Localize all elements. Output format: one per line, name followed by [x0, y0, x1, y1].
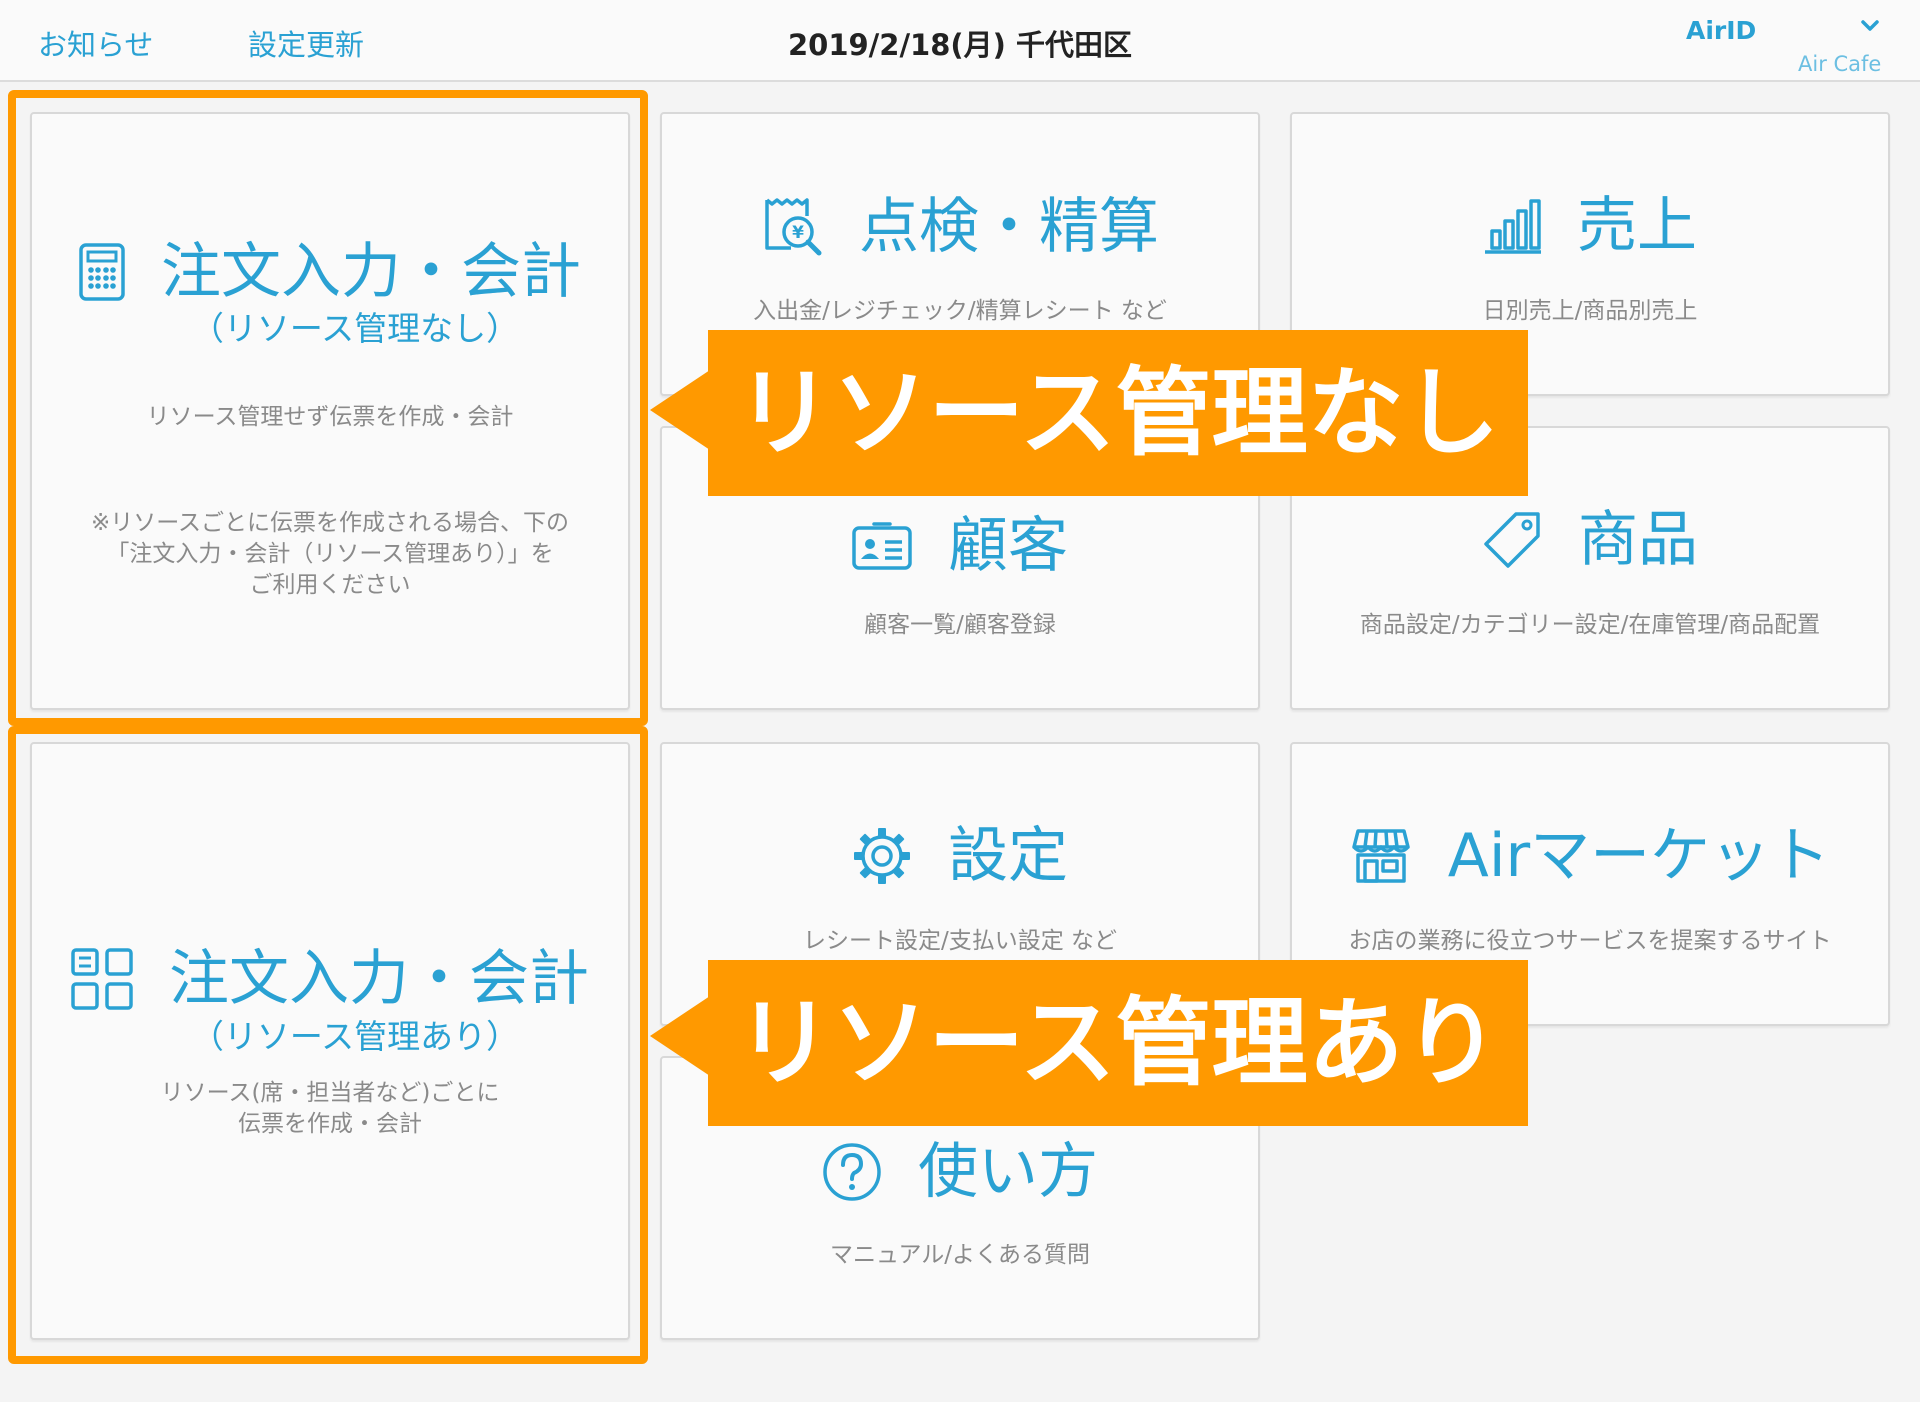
chevron-down-icon[interactable] [1858, 14, 1882, 38]
tile-description: マニュアル/よくある質問 [829, 1242, 1091, 1268]
id-card-icon [852, 522, 912, 570]
callout-no-resource: リソース管理なし [708, 330, 1528, 496]
tile-description: 商品設定/カテゴリー設定/在庫管理/商品配置 [1359, 612, 1821, 638]
highlight-with-resource [8, 726, 648, 1364]
highlight-no-resource [8, 90, 648, 726]
tile-title: 設定 [948, 821, 1068, 891]
store-name: Air Cafe [1798, 52, 1882, 76]
tile-title: 商品 [1578, 505, 1698, 575]
tile-title: 使い方 [918, 1137, 1098, 1207]
svg-text:¥: ¥ [792, 223, 804, 243]
tile-description: お店の業務に役立つサービスを提案するサイト [1348, 928, 1832, 954]
store-icon [1352, 829, 1410, 883]
tile-title: 売上 [1577, 191, 1697, 261]
top-bar: お知らせ 設定更新 2019/2/18(月) 千代田区 AirID Air Ca… [0, 0, 1920, 82]
callout-pointer [650, 370, 710, 450]
tile-title: 点検・精算 [859, 192, 1159, 262]
callout-with-resource: リソース管理あり [708, 960, 1528, 1126]
tile-description: 顧客一覧/顧客登録 [864, 612, 1056, 638]
receipt-search-icon: ¥ [765, 198, 822, 256]
tile-description: 日別売上/商品別売上 [1482, 298, 1698, 324]
tag-icon [1484, 512, 1540, 568]
help-icon [823, 1143, 881, 1201]
airid-account[interactable]: AirID [1686, 16, 1756, 45]
gear-icon [854, 828, 910, 884]
date-location: 2019/2/18(月) 千代田区 [787, 28, 1133, 62]
tile-title: Airマーケット [1447, 821, 1831, 891]
callout-pointer [650, 996, 710, 1076]
tile-description: 入出金/レジチェック/精算レシート など [753, 298, 1167, 324]
bar-chart-icon [1485, 199, 1541, 254]
tile-description: レシート設定/支払い設定 など [802, 928, 1118, 954]
tile-title: 顧客 [948, 511, 1068, 581]
